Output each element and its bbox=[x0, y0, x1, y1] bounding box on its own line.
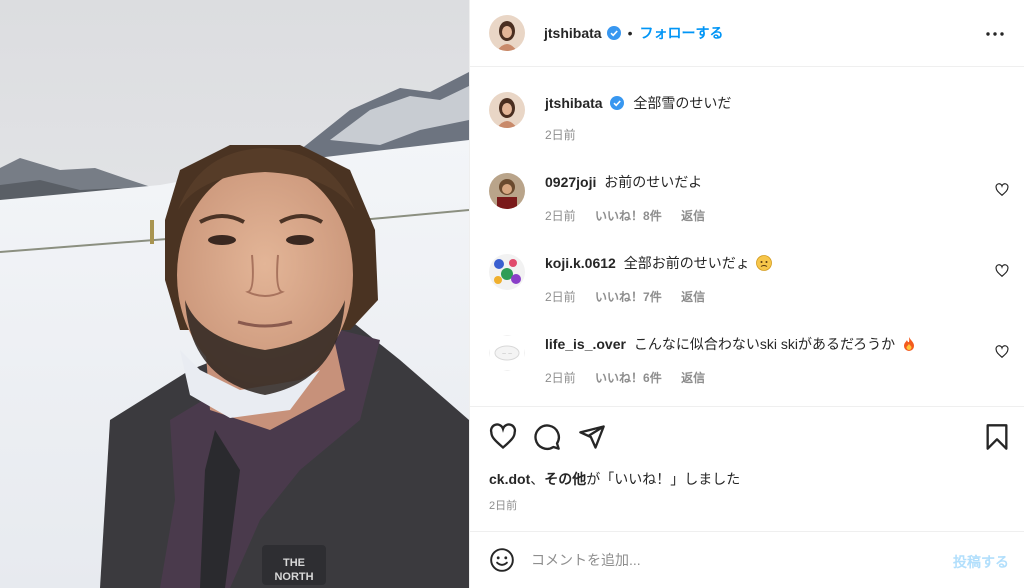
caption-username[interactable]: jtshibata bbox=[545, 95, 603, 111]
comment-icon[interactable] bbox=[533, 423, 561, 451]
comments-list[interactable]: jtshibata 全部雪のせいだ 2日前 0927joji お前のせいだよ 2… bbox=[470, 67, 1024, 407]
comment-input[interactable] bbox=[531, 552, 911, 568]
liked-by-user[interactable]: ck.dot bbox=[489, 471, 530, 487]
comment-username[interactable]: life_is_.over bbox=[545, 336, 626, 352]
heart-icon[interactable] bbox=[995, 345, 1009, 359]
follow-button[interactable]: フォローする bbox=[639, 23, 723, 43]
author-avatar[interactable] bbox=[489, 92, 525, 128]
post-header: jtshibata • フォローする bbox=[470, 0, 1024, 67]
svg-text:~ ~: ~ ~ bbox=[502, 351, 512, 358]
header-separator: • bbox=[627, 25, 633, 41]
liked-by-others[interactable]: その他 bbox=[544, 471, 586, 487]
comment-composer: 投稿する bbox=[470, 531, 1024, 588]
comment-time[interactable]: 2日前 bbox=[545, 371, 576, 385]
reply-button[interactable]: 返信 bbox=[681, 209, 705, 223]
verified-badge-icon bbox=[610, 96, 625, 110]
emoji-smiley-icon[interactable] bbox=[489, 547, 515, 573]
reply-button[interactable]: 返信 bbox=[681, 290, 705, 304]
commenter-avatar[interactable] bbox=[489, 254, 525, 290]
comment-text: 全部お前のせいだょ bbox=[623, 255, 750, 271]
verified-badge-icon bbox=[606, 26, 621, 40]
worried-face-emoji bbox=[755, 255, 772, 271]
comment-username[interactable]: 0927joji bbox=[545, 174, 596, 190]
caption-time[interactable]: 2日前 bbox=[545, 128, 576, 142]
comment-text: こんなに似合わないski skiがあるだろうか bbox=[633, 336, 896, 352]
likes-summary: ck.dot、その他が「いいね！」しました bbox=[489, 469, 740, 489]
post-comment-button[interactable]: 投稿する bbox=[953, 552, 1009, 572]
selfie-snow-image: THE NORTH bbox=[0, 0, 469, 588]
action-bar bbox=[470, 407, 1024, 463]
comment-meta: 2日前 いいね！6件 返信 bbox=[545, 369, 721, 386]
comment-username[interactable]: koji.k.0612 bbox=[545, 255, 616, 271]
share-icon[interactable] bbox=[578, 423, 606, 451]
fire-emoji bbox=[904, 337, 914, 351]
post-date[interactable]: 2日前 bbox=[489, 497, 517, 513]
more-options-icon[interactable] bbox=[983, 22, 1007, 46]
caption-text: 全部雪のせいだ bbox=[633, 95, 732, 111]
bookmark-icon[interactable] bbox=[983, 423, 1011, 451]
svg-text:THE: THE bbox=[283, 557, 305, 569]
comment-time[interactable]: 2日前 bbox=[545, 290, 576, 304]
comment-text: お前のせいだよ bbox=[604, 174, 703, 190]
reply-button[interactable]: 返信 bbox=[681, 371, 705, 385]
heart-icon[interactable] bbox=[995, 264, 1009, 278]
caption-meta: 2日前 bbox=[545, 126, 592, 143]
heart-icon[interactable] bbox=[995, 183, 1009, 197]
commenter-avatar[interactable]: ~ ~ bbox=[489, 335, 525, 371]
commenter-avatar[interactable] bbox=[489, 173, 525, 209]
author-username[interactable]: jtshibata bbox=[544, 25, 602, 41]
author-avatar[interactable] bbox=[489, 15, 525, 51]
likes-suffix: が「いいね！」しました bbox=[586, 471, 741, 487]
likes-separator: 、 bbox=[530, 471, 545, 487]
comment-meta: 2日前 いいね！8件 返信 bbox=[545, 207, 721, 224]
comment-likes[interactable]: いいね！6件 bbox=[595, 371, 662, 385]
comment-meta: 2日前 いいね！7件 返信 bbox=[545, 288, 721, 305]
comment-time[interactable]: 2日前 bbox=[545, 209, 576, 223]
post-photo[interactable]: THE NORTH bbox=[0, 0, 469, 588]
heart-icon[interactable] bbox=[489, 423, 517, 451]
comment-likes[interactable]: いいね！8件 bbox=[595, 209, 662, 223]
comment-likes[interactable]: いいね！7件 bbox=[595, 290, 662, 304]
post-detail-panel: jtshibata • フォローする jtshibata 全部雪のせいだ 2日前… bbox=[469, 0, 1024, 588]
svg-text:NORTH: NORTH bbox=[274, 571, 313, 583]
